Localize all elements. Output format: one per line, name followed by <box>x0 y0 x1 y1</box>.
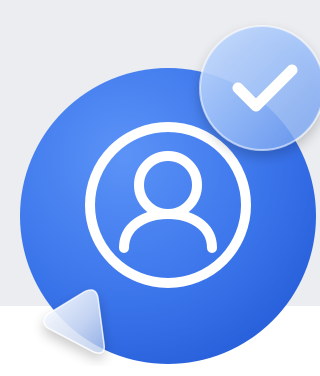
user-verified-illustration <box>0 0 320 376</box>
illustration-canvas <box>20 25 320 364</box>
check-badge <box>199 25 320 151</box>
